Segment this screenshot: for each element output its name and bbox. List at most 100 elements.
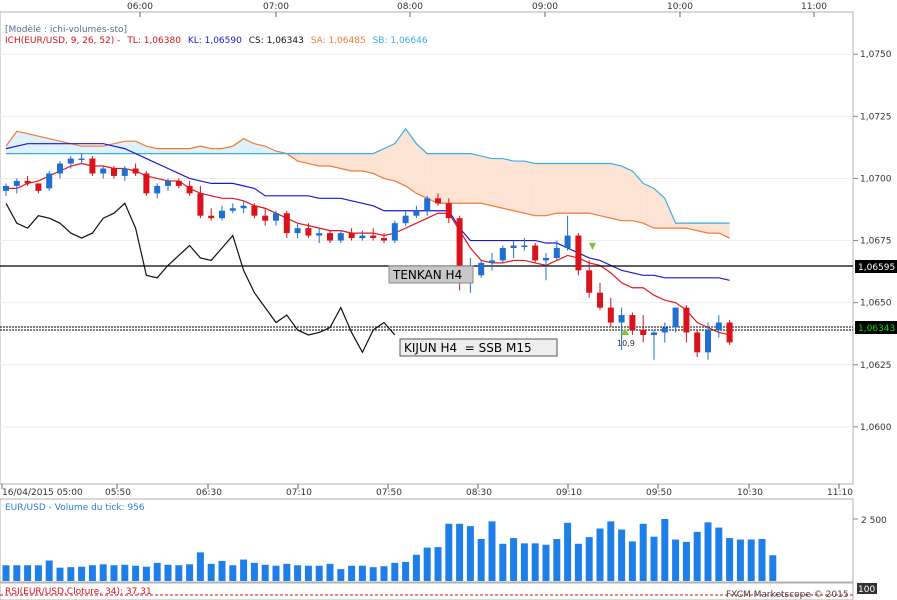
volume-bar (358, 565, 366, 581)
top-tick-label: 10:00 (667, 2, 693, 12)
candle-body (705, 329, 711, 353)
volume-bar (315, 565, 323, 581)
candle-body (618, 315, 625, 323)
rsi-tick-label: 100 (858, 585, 875, 595)
top-tick-label: 11:00 (801, 2, 827, 12)
volume-bar (121, 564, 129, 581)
y-tick-label: 1,0650 (860, 299, 892, 309)
volume-bar (423, 547, 431, 581)
price-tag-upper-label: 1,06595 (858, 263, 895, 273)
bottom-tick-label: 05:50 (105, 488, 131, 498)
candle-body (46, 173, 53, 189)
volume-bar (758, 539, 766, 581)
candle-body (154, 185, 161, 194)
volume-bar (618, 529, 626, 581)
kijun-annotation: KIJUN H4 = SSB M15 (399, 338, 558, 357)
cloud-segment (157, 148, 168, 154)
candle-body (489, 260, 495, 263)
candle-body (586, 270, 593, 293)
kijun-label: KIJUN H4 = SSB M15 (404, 341, 532, 355)
legend-sa: SA: 1,06485 (311, 36, 366, 46)
volume-bar (585, 537, 593, 581)
volume-bar (650, 536, 658, 581)
cloud-segment (556, 163, 568, 214)
volume-bar (499, 543, 507, 581)
volume-bar (402, 561, 410, 581)
price-tag-lower-label: 1,06343 (858, 324, 895, 334)
legend-ich: ICH(EUR/USD, 9, 26, 52) - (5, 36, 120, 46)
top-tick-label: 06:00 (127, 2, 153, 12)
volume-bar (153, 562, 161, 581)
cloud-segment (92, 146, 104, 154)
cloud-segment (524, 161, 536, 216)
cloud-segment (481, 156, 492, 206)
cloud-segment (459, 153, 471, 204)
candle-body (726, 322, 733, 343)
volume-bar (672, 539, 680, 581)
y-tick-label: 1,0700 (860, 174, 892, 184)
volume-bar (13, 565, 21, 581)
volume-bar (510, 538, 518, 581)
volume-bar (207, 563, 215, 581)
cloud-segment (708, 223, 719, 234)
bottom-tick-label: 09:10 (556, 488, 582, 498)
cloud-segment (427, 153, 438, 204)
cloud-segment (448, 153, 460, 204)
volume-bar (196, 552, 204, 581)
bottom-tick-label: 11:10 (827, 488, 853, 498)
volume-bar (261, 564, 269, 581)
cloud-segment (211, 148, 222, 154)
candle-body (532, 245, 539, 261)
legend-sb: SB: 1,06646 (373, 36, 428, 46)
volume-bar (747, 539, 755, 581)
volume-bar (56, 567, 64, 581)
cloud-segment (81, 146, 93, 154)
candle-body (35, 183, 42, 191)
candle-body (111, 168, 117, 176)
candle-body (651, 332, 657, 335)
volume-bar (218, 560, 226, 581)
cloud-segment (621, 166, 633, 221)
volume-bar (67, 567, 75, 581)
volume-bar (240, 559, 248, 581)
candle-body (143, 173, 150, 194)
volume-bar (272, 565, 280, 581)
price-axis: 1,0750 1,0725 1,0700 1,0675 1,0650 1,0625 1,06… (853, 50, 892, 433)
volume-bar (704, 522, 712, 581)
candle-body (132, 168, 139, 174)
candle-body (391, 223, 398, 241)
candle-body (3, 185, 9, 191)
candle-body (402, 215, 409, 224)
candle-body (597, 292, 603, 308)
volume-bar (726, 538, 734, 581)
candle-body (661, 327, 668, 333)
candle-body (273, 213, 279, 221)
volume-bar (477, 539, 485, 581)
cloud-segment (610, 163, 622, 221)
volume-bar (186, 564, 194, 581)
tenkan-annotation: TENKAN H4 (388, 265, 474, 284)
bottom-tick-label: 16/04/2015 05:00 (2, 488, 83, 498)
volume-bar (531, 543, 539, 581)
ichimoku-legend: ICH(EUR/USD, 9, 26, 52) - TL: 1,06380 KL… (5, 36, 428, 46)
cloud-segment (600, 163, 611, 219)
candle-body (553, 248, 560, 258)
volume-bar (337, 569, 345, 581)
candle-body (294, 228, 301, 234)
y-tick-label: 1,0750 (860, 50, 892, 60)
cloud-segment (513, 161, 525, 214)
volume-tick-label: 2 500 (861, 516, 887, 526)
candle-body (197, 193, 204, 216)
candle-body (370, 235, 377, 239)
candle-body (327, 233, 333, 241)
volume-bar (326, 563, 334, 581)
candle-body (316, 233, 323, 236)
candle-body (640, 329, 647, 335)
volume-bar (229, 565, 237, 581)
legend-cs: CS: 1,06343 (249, 36, 304, 46)
volume-bar (304, 565, 312, 581)
volume-bar (380, 566, 388, 581)
cloud-segment (351, 153, 363, 171)
candle-body (13, 180, 20, 186)
volume-bar (88, 565, 96, 581)
